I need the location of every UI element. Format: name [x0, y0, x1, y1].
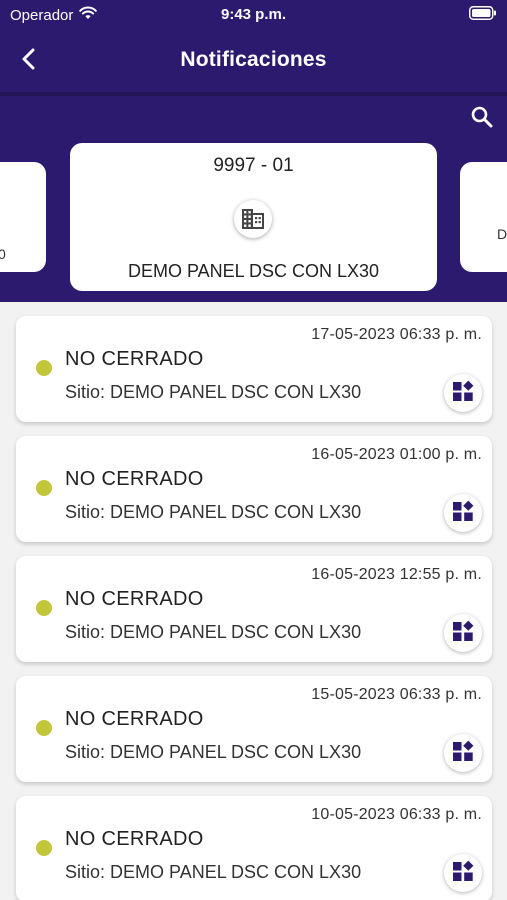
notification-site: Sitio: DEMO PANEL DSC CON LX30 [65, 622, 362, 642]
site-card-selected[interactable]: 9997 - 01 DEMO PANEL DSC CON LX30 [70, 143, 437, 291]
notification-card[interactable]: 16-05-2023 01:00 p. m. NO CERRADO Sitio:… [16, 436, 492, 542]
notification-status: NO CERRADO [65, 468, 204, 490]
site-card-next-text: D [497, 226, 507, 242]
notification-site: Sitio: DEMO PANEL DSC CON LX30 [65, 862, 362, 882]
status-bar: Operador 9:43 p.m. [0, 0, 507, 30]
notification-site: Sitio: DEMO PANEL DSC CON LX30 [65, 502, 362, 522]
dashboard-button[interactable] [444, 854, 482, 892]
notification-status: NO CERRADO [65, 348, 204, 370]
dashboard-button[interactable] [444, 614, 482, 652]
search-button[interactable] [467, 104, 497, 134]
page-title: Notificaciones [180, 48, 327, 71]
header-divider [0, 92, 507, 96]
building-icon [234, 200, 272, 238]
notification-card[interactable]: 17-05-2023 06:33 p. m. NO CERRADO Sitio:… [16, 316, 492, 422]
widgets-icon [452, 740, 474, 767]
widgets-icon [452, 620, 474, 647]
notification-date: 16-05-2023 12:55 p. m. [311, 566, 482, 583]
notification-site: Sitio: DEMO PANEL DSC CON LX30 [65, 382, 362, 402]
status-dot [36, 720, 52, 736]
notification-date: 15-05-2023 06:33 p. m. [311, 686, 482, 703]
notification-date: 16-05-2023 01:00 p. m. [311, 446, 482, 463]
notification-status: NO CERRADO [65, 828, 204, 850]
status-dot [36, 600, 52, 616]
site-name: DEMO PANEL DSC CON LX30 [127, 261, 380, 281]
notification-date: 17-05-2023 06:33 p. m. [311, 326, 482, 343]
notification-card[interactable]: 10-05-2023 06:33 p. m. NO CERRADO Sitio:… [16, 796, 492, 900]
battery-icon [469, 6, 497, 24]
site-card-previous-text: 0 [0, 246, 6, 262]
dashboard-button[interactable] [444, 374, 482, 412]
notification-date: 10-05-2023 06:33 p. m. [311, 806, 482, 823]
notification-card[interactable]: 15-05-2023 06:33 p. m. NO CERRADO Sitio:… [16, 676, 492, 782]
notification-card[interactable]: 16-05-2023 12:55 p. m. NO CERRADO Sitio:… [16, 556, 492, 662]
notification-site: Sitio: DEMO PANEL DSC CON LX30 [65, 742, 362, 762]
status-dot [36, 840, 52, 856]
status-dot [36, 480, 52, 496]
app-bar: Notificaciones [0, 30, 507, 92]
site-code: 9997 - 01 [213, 155, 294, 176]
search-icon [470, 105, 494, 134]
widgets-icon [452, 860, 474, 887]
dashboard-button[interactable] [444, 494, 482, 532]
notification-status: NO CERRADO [65, 588, 204, 610]
status-time: 9:43 p.m. [220, 6, 287, 23]
site-card-next[interactable]: D [460, 162, 507, 272]
site-card-previous[interactable]: 0 [0, 162, 46, 272]
header-area: Operador 9:43 p.m. Notificaciones 0 9997… [0, 0, 507, 302]
widgets-icon [452, 500, 474, 527]
dashboard-button[interactable] [444, 734, 482, 772]
widgets-icon [452, 380, 474, 407]
status-dot [36, 360, 52, 376]
notification-status: NO CERRADO [65, 708, 204, 730]
